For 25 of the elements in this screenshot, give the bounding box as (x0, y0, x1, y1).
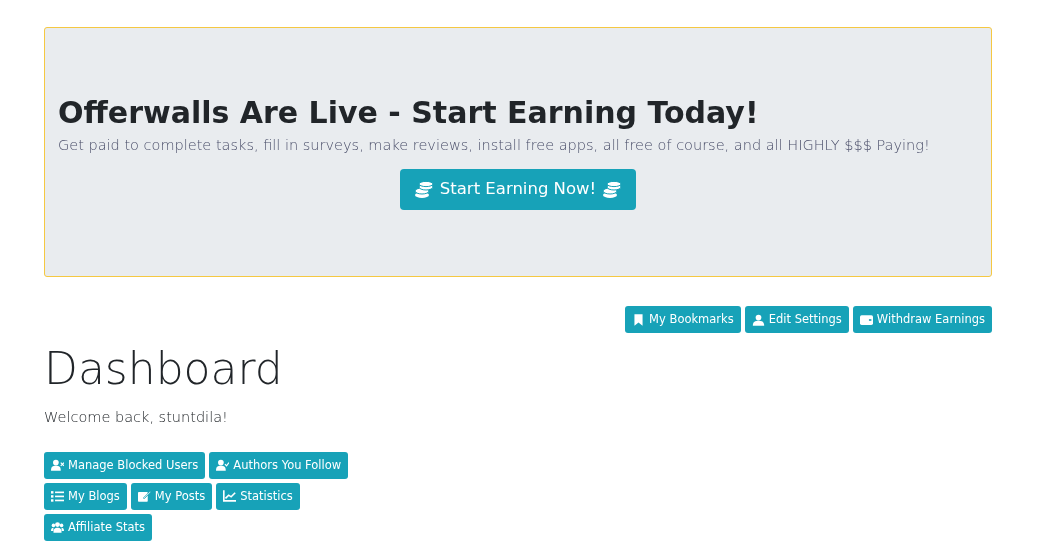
coins-icon (413, 180, 434, 199)
nav-button[interactable]: Edit Settings (744, 306, 849, 333)
dashboard-button[interactable]: Affiliate Stats (44, 513, 153, 541)
edit-icon (137, 490, 151, 503)
users-icon (51, 521, 64, 534)
line-chart-icon (223, 490, 237, 503)
bookmark-icon (632, 313, 646, 326)
dashboard-button[interactable]: Manage Blocked Users (44, 451, 206, 479)
nav-button[interactable]: My Bookmarks (625, 306, 741, 333)
banner-title: Offerwalls Are Live - Start Earning Today! (58, 93, 760, 132)
user-icon (751, 313, 765, 326)
banner-text: Get paid to complete tasks, fill in surveys, make reviews, install free apps, all free of course, and all HIGHLY $$$ Paying! (58, 136, 931, 156)
dashboard-button[interactable]: My Posts (130, 482, 213, 510)
welcome-text: Welcome back, stuntdila! (44, 408, 229, 427)
dashboard-button[interactable]: Authors You Follow (209, 451, 349, 479)
page-title: Dashboard (44, 347, 284, 391)
user-check-icon (216, 459, 230, 472)
nav-button[interactable]: Withdraw Earnings (852, 306, 992, 333)
dashboard-button[interactable]: My Blogs (44, 482, 127, 510)
wallet-icon (859, 313, 873, 326)
coins-icon (602, 180, 623, 199)
start-earning-button[interactable]: Start Earning Now! (399, 169, 637, 211)
dashboard-button[interactable]: Statistics (216, 482, 300, 510)
user-x-icon (51, 459, 64, 472)
list-icon (51, 490, 64, 503)
